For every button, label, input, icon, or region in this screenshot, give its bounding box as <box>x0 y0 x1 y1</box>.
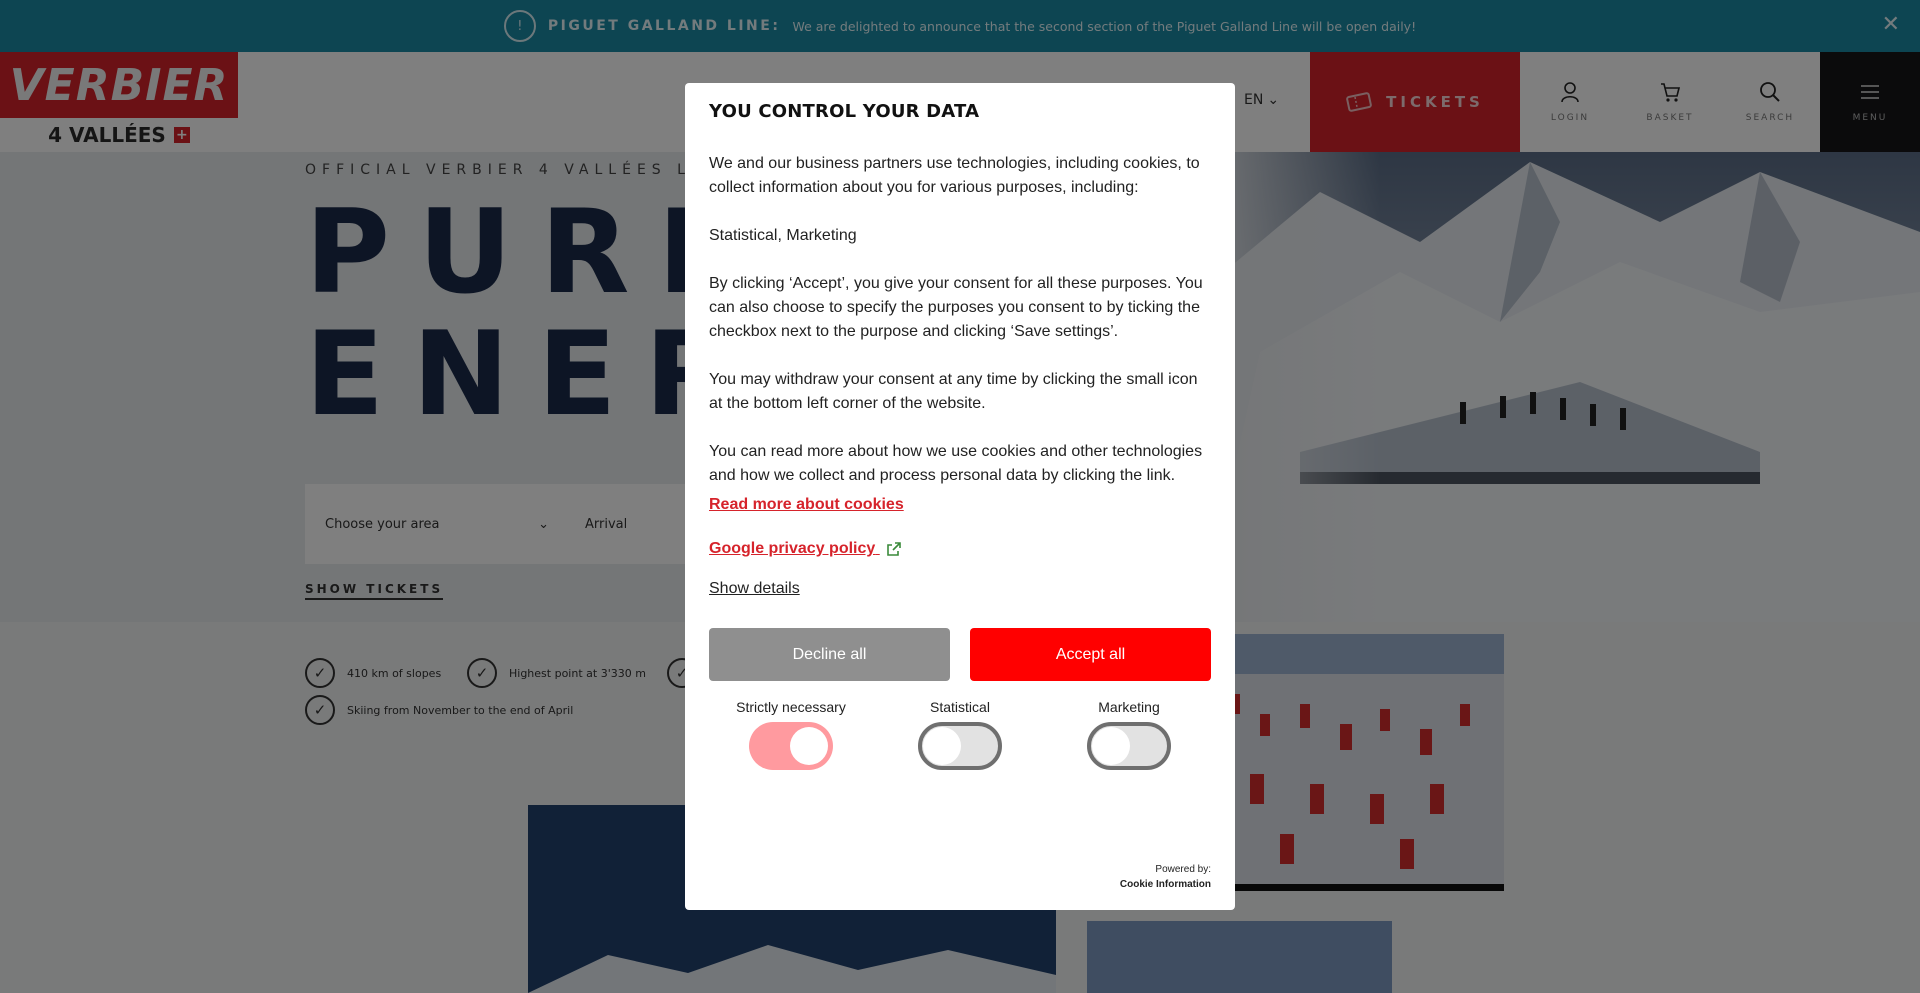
toggle-label: Strictly necessary <box>736 699 846 715</box>
cookie-dialog-title: YOU CONTROL YOUR DATA <box>709 101 980 122</box>
consent-toggles: Strictly necessary Statistical Marketing <box>709 699 1211 770</box>
cookie-withdraw-text: You may withdraw your consent at any tim… <box>709 371 1198 412</box>
consent-buttons: Decline all Accept all <box>709 628 1211 681</box>
cookie-consent-dialog: YOU CONTROL YOUR DATA We and our busines… <box>685 83 1235 910</box>
show-details-link[interactable]: Show details <box>709 580 1211 598</box>
cookie-purposes-text: Statistical, Marketing <box>709 227 857 244</box>
read-more-cookies-label: Read more about cookies <box>709 496 904 513</box>
toggle-marketing: Marketing <box>1049 699 1209 770</box>
powered-by-label: Powered by: <box>1155 864 1211 875</box>
strictly-necessary-switch[interactable] <box>749 722 833 770</box>
accept-all-button[interactable]: Accept all <box>970 628 1211 681</box>
statistical-switch[interactable] <box>918 722 1002 770</box>
toggle-strictly-necessary: Strictly necessary <box>711 699 871 770</box>
powered-by-brand[interactable]: Cookie Information <box>1120 877 1211 892</box>
external-link-icon <box>886 541 901 556</box>
cookie-consent-text: By clicking ‘Accept’, you give your cons… <box>709 275 1203 340</box>
powered-by: Powered by: Cookie Information <box>1120 862 1211 892</box>
decline-all-button[interactable]: Decline all <box>709 628 950 681</box>
toggle-statistical: Statistical <box>880 699 1040 770</box>
cookie-intro-text: We and our business partners use technol… <box>709 155 1200 196</box>
switch-knob <box>923 727 961 765</box>
marketing-switch[interactable] <box>1087 722 1171 770</box>
toggle-label: Marketing <box>1098 699 1160 715</box>
read-more-cookies-link[interactable]: Read more about cookies <box>709 496 1211 514</box>
google-privacy-link[interactable]: Google privacy policy <box>709 540 1211 558</box>
toggle-label: Statistical <box>930 699 990 715</box>
switch-knob <box>1092 727 1130 765</box>
cookie-readmore-text: You can read more about how we use cooki… <box>709 443 1203 484</box>
google-privacy-label: Google privacy policy <box>709 540 876 557</box>
switch-knob <box>790 727 828 765</box>
